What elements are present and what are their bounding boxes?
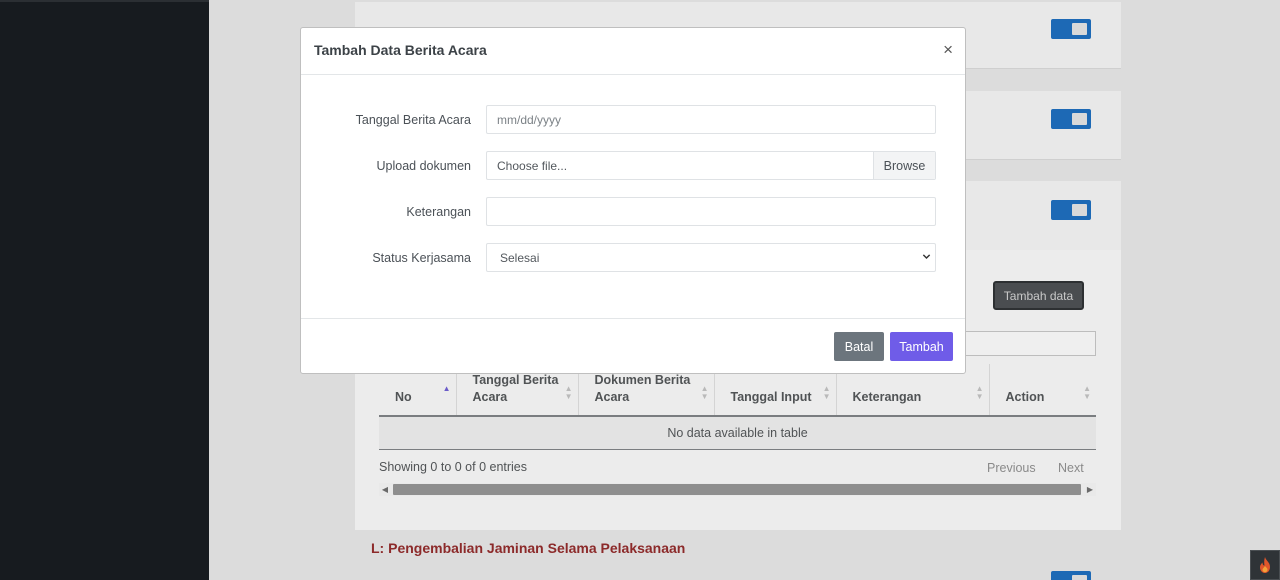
data-table: No ▲ Tanggal Berita Acara ▲ ▼ Dokumen Ber… xyxy=(379,364,1096,450)
sort-icon: ▲ ▼ xyxy=(975,384,984,401)
scrollbar-thumb[interactable] xyxy=(393,484,1081,495)
modal-title: Tambah Data Berita Acara xyxy=(314,42,487,58)
table-row: No data available in table xyxy=(379,416,1096,450)
cancel-button[interactable]: Batal xyxy=(834,332,884,361)
column-header-label: Dokumen Berita Acara xyxy=(594,373,691,404)
submit-button[interactable]: Tambah xyxy=(890,332,953,361)
file-input[interactable]: Choose file... Browse xyxy=(486,151,936,180)
column-header-label: Tanggal Berita Acara xyxy=(472,373,559,404)
sort-ascending-icon: ▲ xyxy=(442,384,451,393)
browse-button[interactable]: Browse xyxy=(873,152,935,179)
chevron-down-icon xyxy=(922,254,931,260)
flame-icon-svg xyxy=(1260,557,1270,573)
toggle-switch[interactable] xyxy=(1051,109,1091,129)
sidebar xyxy=(0,0,209,580)
column-header-action[interactable]: Action ▲ ▼ xyxy=(989,364,1096,417)
close-icon[interactable]: × xyxy=(943,41,953,58)
add-berita-acara-modal: Tambah Data Berita Acara × Tanggal Berit… xyxy=(300,27,966,374)
empty-table-message: No data available in table xyxy=(379,416,1096,450)
sort-icon: ▲ ▼ xyxy=(822,384,831,401)
pagination-next[interactable]: Next xyxy=(1058,461,1084,475)
sort-icon: ▲ ▼ xyxy=(1083,384,1091,401)
toggle-switch[interactable] xyxy=(1051,200,1091,220)
file-placeholder: Choose file... xyxy=(497,158,568,173)
form-row-status: Status Kerjasama Selesai xyxy=(301,243,967,273)
sort-icon: ▲ ▼ xyxy=(700,384,709,401)
date-placeholder: mm/dd/yyyy xyxy=(497,112,562,127)
section-heading: L: Pengembalian Jaminan Selama Pelaksana… xyxy=(371,540,686,556)
table-footer: Showing 0 to 0 of 0 entries Previous Nex… xyxy=(379,459,1096,477)
status-selected-value: Selesai xyxy=(500,250,540,265)
flame-icon[interactable] xyxy=(1250,550,1280,580)
date-input[interactable]: mm/dd/yyyy xyxy=(486,105,936,134)
modal-footer: Batal Tambah xyxy=(301,318,965,374)
scroll-left-icon[interactable]: ◀ xyxy=(379,483,391,496)
status-label: Status Kerjasama xyxy=(372,251,471,265)
add-data-button[interactable]: Tambah data xyxy=(993,281,1084,310)
table-info: Showing 0 to 0 of 0 entries xyxy=(379,460,528,474)
horizontal-scrollbar[interactable]: ◀ ▶ xyxy=(379,483,1096,496)
modal-header: Tambah Data Berita Acara × xyxy=(301,28,965,75)
date-label: Tanggal Berita Acara xyxy=(355,113,471,127)
form-row-file: Upload dokumen Choose file... Browse xyxy=(301,151,967,181)
sort-icon: ▲ ▼ xyxy=(564,384,573,401)
form-row-note: Keterangan xyxy=(301,197,967,227)
note-input[interactable] xyxy=(486,197,936,226)
toggle-switch[interactable] xyxy=(1051,571,1091,580)
column-header-label: Keterangan xyxy=(852,390,922,404)
scroll-right-icon[interactable]: ▶ xyxy=(1084,483,1096,496)
column-header-label: No xyxy=(395,390,412,404)
status-select[interactable]: Selesai xyxy=(486,243,936,272)
form-row-date: Tanggal Berita Acara mm/dd/yyyy xyxy=(301,105,967,135)
note-label: Keterangan xyxy=(406,205,471,219)
column-header-label: Action xyxy=(1005,390,1045,404)
toggle-switch[interactable] xyxy=(1051,19,1091,39)
table-search-input[interactable] xyxy=(966,331,1096,356)
column-header-label: Tanggal Input xyxy=(730,390,812,404)
pagination-previous[interactable]: Previous xyxy=(987,461,1036,475)
file-label: Upload dokumen xyxy=(376,159,471,173)
